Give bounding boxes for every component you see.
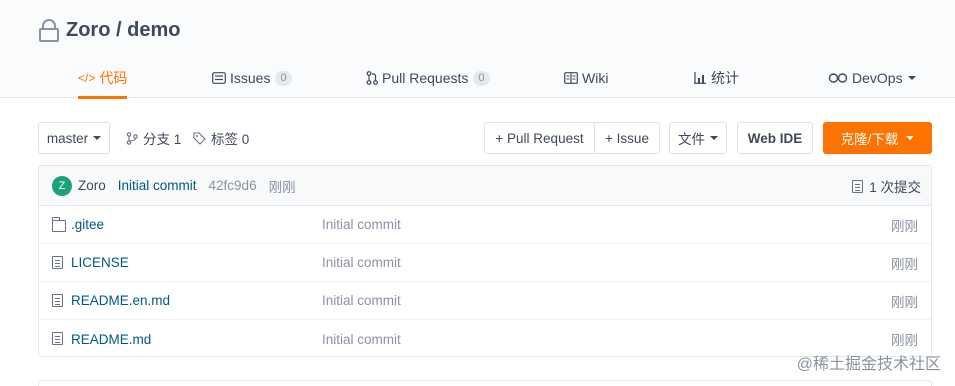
devops-icon bbox=[828, 73, 848, 83]
file-commit-time: 刚刚 bbox=[891, 256, 918, 272]
commit-count: 1 次提交 bbox=[869, 180, 921, 195]
file-name[interactable]: README.en.md bbox=[71, 293, 170, 308]
stats-icon bbox=[693, 72, 707, 84]
tab-label: 代码 bbox=[99, 70, 128, 86]
tab-label: 统计 bbox=[711, 70, 739, 86]
tags-count: 标签 0 bbox=[211, 132, 250, 147]
commit-count-link[interactable]: 1 次提交 bbox=[852, 166, 921, 206]
chevron-down-icon bbox=[710, 136, 718, 140]
new-issue-button[interactable]: + Issue bbox=[594, 122, 660, 154]
file-icon bbox=[52, 332, 69, 345]
file-commit-time: 刚刚 bbox=[891, 333, 918, 348]
file-menu-label: 文件 bbox=[678, 132, 705, 147]
table-row[interactable]: .gitee Initial commit 刚刚 bbox=[39, 206, 931, 244]
tab-label: DevOps bbox=[852, 70, 903, 86]
repo-header: Zoro / demo </> 代码 Issues 0 Pull Request… bbox=[0, 0, 955, 99]
web-ide-button[interactable]: Web IDE bbox=[737, 122, 813, 154]
tab-devops[interactable]: DevOps bbox=[828, 58, 916, 98]
readme-card bbox=[38, 380, 932, 386]
code-icon: </> bbox=[78, 71, 96, 85]
commit-time: 刚刚 bbox=[268, 179, 296, 195]
table-row[interactable]: LICENSE Initial commit 刚刚 bbox=[39, 244, 931, 282]
tab-stats[interactable]: 统计 bbox=[693, 58, 739, 98]
issues-count-badge: 0 bbox=[275, 70, 292, 86]
branch-name: master bbox=[46, 130, 89, 146]
avatar[interactable]: Z bbox=[52, 175, 72, 196]
file-table: Z Zoro Initial commit 42fc9d6 刚刚 1 次提交 .… bbox=[38, 165, 932, 357]
watermark: @稀土掘金技术社区 bbox=[796, 356, 941, 373]
pull-request-icon bbox=[366, 71, 378, 85]
clone-download-label: 克隆/下载 bbox=[840, 132, 899, 147]
tab-code[interactable]: </> 代码 bbox=[78, 58, 128, 99]
commit-author[interactable]: Zoro bbox=[78, 178, 106, 193]
file-commit-message[interactable]: Initial commit bbox=[322, 217, 401, 232]
file-commit-message[interactable]: Initial commit bbox=[322, 293, 401, 308]
tab-label: Wiki bbox=[582, 70, 609, 86]
latest-commit-bar: Z Zoro Initial commit 42fc9d6 刚刚 1 次提交 bbox=[39, 166, 931, 206]
repo-name[interactable]: Zoro / demo bbox=[66, 19, 180, 42]
tab-pull-requests[interactable]: Pull Requests 0 bbox=[366, 58, 490, 98]
branch-icon bbox=[126, 131, 138, 145]
commit-hash[interactable]: 42fc9d6 bbox=[209, 178, 257, 193]
commits-icon bbox=[852, 179, 864, 193]
file-name[interactable]: LICENSE bbox=[71, 255, 129, 270]
branches-count: 分支 1 bbox=[143, 132, 182, 147]
issues-icon bbox=[212, 72, 226, 84]
chevron-down-icon bbox=[906, 136, 915, 140]
branches-link[interactable]: 分支 1 bbox=[126, 122, 181, 154]
table-row[interactable]: README.en.md Initial commit 刚刚 bbox=[39, 282, 931, 320]
file-icon bbox=[52, 256, 69, 269]
chevron-down-icon bbox=[907, 76, 916, 80]
new-pull-request-button[interactable]: + Pull Request bbox=[484, 122, 595, 154]
tags-link[interactable]: 标签 0 bbox=[193, 122, 249, 154]
clone-download-button[interactable]: 克隆/下载 bbox=[823, 122, 932, 154]
tag-icon bbox=[193, 131, 206, 145]
file-name[interactable]: .gitee bbox=[71, 217, 104, 232]
pull-requests-count-badge: 0 bbox=[473, 70, 490, 86]
repo-title-bar: Zoro / demo bbox=[38, 16, 180, 44]
repo-tabs: </> 代码 Issues 0 Pull Requests 0 Wiki 统计 … bbox=[38, 58, 918, 99]
file-commit-time: 刚刚 bbox=[891, 294, 918, 310]
chevron-down-icon bbox=[93, 136, 102, 140]
tab-wiki[interactable]: Wiki bbox=[564, 58, 608, 98]
lock-icon bbox=[38, 18, 60, 42]
tab-issues[interactable]: Issues 0 bbox=[212, 58, 292, 98]
file-name[interactable]: README.md bbox=[71, 332, 151, 347]
tab-label: Pull Requests bbox=[382, 70, 469, 86]
folder-icon bbox=[51, 217, 66, 232]
file-icon bbox=[52, 294, 69, 307]
branch-select[interactable]: master bbox=[38, 122, 110, 154]
tab-label: Issues bbox=[230, 70, 271, 86]
file-menu-button[interactable]: 文件 bbox=[669, 122, 727, 154]
repo-toolbar: master 分支 1 标签 0 + Pull Request + Issue … bbox=[38, 122, 932, 154]
file-commit-message[interactable]: Initial commit bbox=[322, 255, 401, 270]
wiki-icon bbox=[564, 72, 578, 84]
file-commit-time: 刚刚 bbox=[891, 218, 918, 234]
commit-message[interactable]: Initial commit bbox=[118, 178, 197, 193]
file-commit-message[interactable]: Initial commit bbox=[322, 332, 401, 347]
